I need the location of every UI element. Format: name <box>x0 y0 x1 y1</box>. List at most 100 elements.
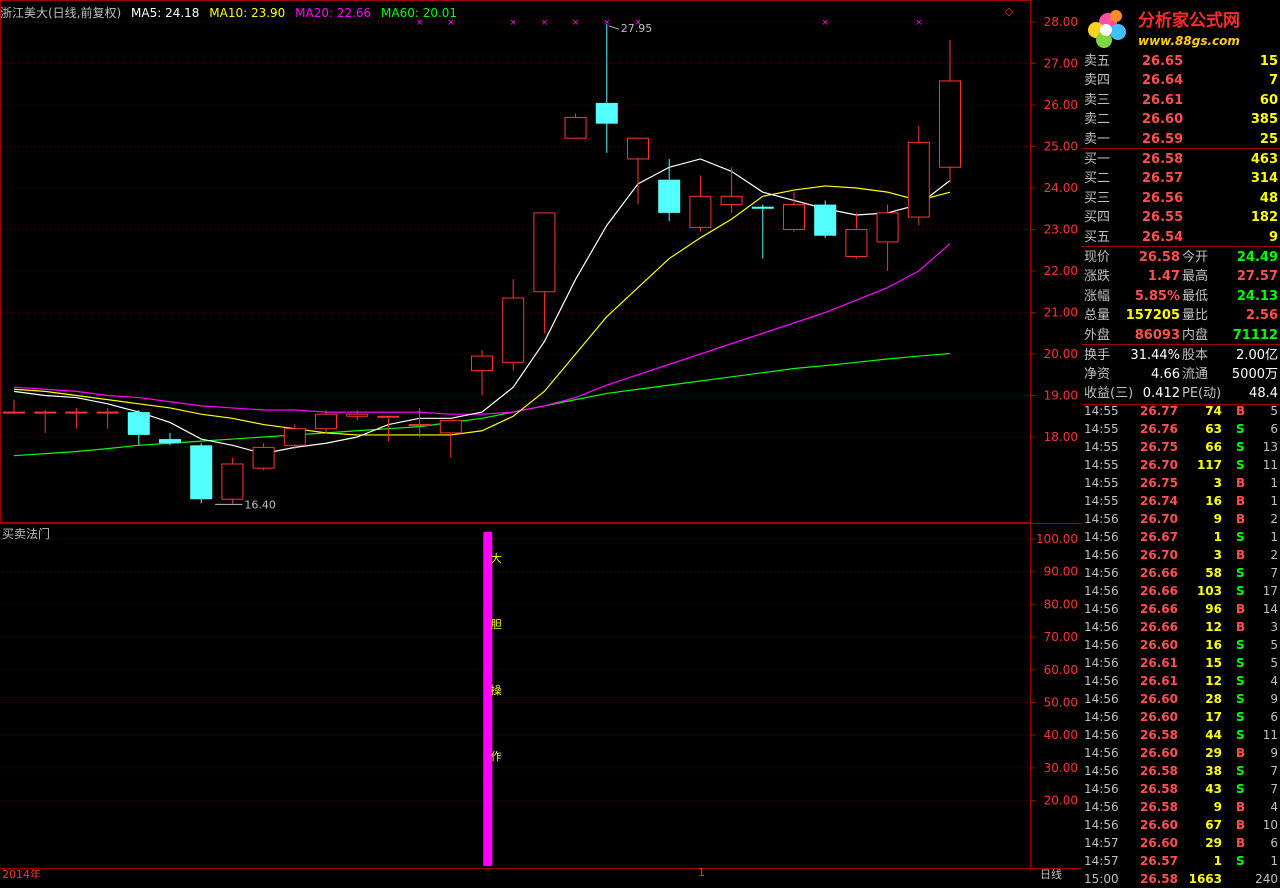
tick-row[interactable]: 14:56 26.60 67 B 10 <box>1082 816 1280 834</box>
candle-body-up[interactable] <box>315 413 337 430</box>
candle-body-up[interactable] <box>439 419 462 434</box>
candle-body-up[interactable] <box>720 195 743 206</box>
tick-row[interactable]: 14:56 26.67 1 S 1 <box>1082 528 1280 546</box>
tick-row[interactable]: 15:00 26.58 1663 240 <box>1082 870 1280 888</box>
ask-row[interactable]: 卖一 26.59 25 <box>1082 131 1280 149</box>
candle-body-up[interactable] <box>939 80 961 168</box>
candle-body-down[interactable] <box>751 206 774 209</box>
candle-body-up[interactable] <box>346 413 369 417</box>
candle-body-down[interactable] <box>190 445 213 500</box>
candle-body-up[interactable] <box>252 446 275 469</box>
candle-body-up[interactable] <box>221 463 244 500</box>
candle-body-up[interactable] <box>564 116 587 139</box>
order-price: 26.54 <box>1142 229 1184 245</box>
tick-time: 14:56 <box>1084 584 1119 598</box>
diamond-icon[interactable]: ◇ <box>1005 5 1014 18</box>
ma10-line <box>13 185 951 436</box>
indicator-title[interactable]: 买卖法门 <box>2 525 50 542</box>
candle-body-up[interactable] <box>34 411 57 414</box>
tick-row[interactable]: 14:56 26.58 38 S 7 <box>1082 762 1280 780</box>
tick-row[interactable]: 14:56 26.60 28 S 9 <box>1082 690 1280 708</box>
tick-price: 26.60 <box>1140 818 1178 832</box>
tick-row[interactable]: 14:55 26.74 16 B 1 <box>1082 492 1280 510</box>
tick-volume: 16 <box>1205 638 1222 652</box>
bid-row[interactable]: 买三 26.56 48 <box>1082 190 1280 208</box>
candle-body-up[interactable] <box>627 137 649 160</box>
kline-chart[interactable]: 28.00 27.00 26.00 25.00 24.00 23.00 22.00 21.00… <box>0 0 1082 880</box>
order-level-label: 买三 <box>1084 190 1111 206</box>
tick-row[interactable]: 14:56 26.66 103 S 17 <box>1082 582 1280 600</box>
tick-row[interactable]: 14:55 26.75 66 S 13 <box>1082 438 1280 456</box>
order-level-label: 卖三 <box>1084 92 1111 108</box>
candle-body-up[interactable] <box>283 428 306 446</box>
candle-body-up[interactable] <box>845 229 868 257</box>
tick-row[interactable]: 14:55 26.75 3 B 1 <box>1082 474 1280 492</box>
candle-body-up[interactable] <box>65 411 88 414</box>
signal-bar[interactable] <box>483 532 493 866</box>
candle-body-down[interactable] <box>159 439 181 444</box>
tick-row[interactable]: 14:56 26.61 15 S 5 <box>1082 654 1280 672</box>
signal-marker: × <box>915 18 923 28</box>
tick-side: S <box>1236 422 1245 436</box>
tick-row[interactable]: 14:56 26.58 9 B 4 <box>1082 798 1280 816</box>
tick-count: 11 <box>1262 458 1278 472</box>
tick-count: 2 <box>1270 512 1278 526</box>
order-volume: 182 <box>1250 210 1278 226</box>
bid-row[interactable]: 买二 26.57 314 <box>1082 170 1280 188</box>
candle-body-up[interactable] <box>96 411 119 414</box>
tick-row[interactable]: 14:56 26.58 43 S 7 <box>1082 780 1280 798</box>
ask-row[interactable]: 卖二 26.60 385 <box>1082 111 1280 129</box>
candle-body-up[interactable] <box>783 204 805 231</box>
tick-row[interactable]: 14:56 26.58 44 S 11 <box>1082 726 1280 744</box>
tick-volume: 38 <box>1205 764 1222 778</box>
candle-body-up[interactable] <box>533 212 556 293</box>
bid-row[interactable]: 买四 26.55 182 <box>1082 209 1280 227</box>
tick-row[interactable]: 14:56 26.66 58 S 7 <box>1082 564 1280 582</box>
order-volume: 314 <box>1250 171 1278 187</box>
candle-body-up[interactable] <box>876 212 899 243</box>
quote-panel: 分析家公式网 www.88gs.com 卖五 26.65 15 卖四 26.64 7 卖三 2… <box>1082 0 1280 886</box>
bottom-bar: 2014年 1 日线 <box>0 866 1082 881</box>
tick-row[interactable]: 14:57 26.57 1 S 1 <box>1082 852 1280 870</box>
order-volume: 60 <box>1259 92 1278 108</box>
tick-volume: 67 <box>1205 818 1222 832</box>
candle-body-down[interactable] <box>127 412 150 435</box>
candle-body-up[interactable] <box>689 195 712 228</box>
tick-row[interactable]: 14:56 26.60 29 B 9 <box>1082 744 1280 762</box>
bid-row[interactable]: 买一 26.58 463 <box>1082 151 1280 169</box>
tick-side: S <box>1236 692 1245 706</box>
candle-body-up[interactable] <box>377 415 400 418</box>
candle-body-up[interactable] <box>907 141 930 218</box>
tick-row[interactable]: 14:56 26.66 96 B 14 <box>1082 600 1280 618</box>
tick-count: 1 <box>1270 494 1278 508</box>
tick-row[interactable]: 14:56 26.70 9 B 2 <box>1082 510 1280 528</box>
signal-char: 大 <box>491 551 502 565</box>
tick-row[interactable]: 14:56 26.70 3 B 2 <box>1082 546 1280 564</box>
tick-row[interactable]: 14:56 26.66 12 B 3 <box>1082 618 1280 636</box>
candle-body-up[interactable] <box>3 411 25 414</box>
candle-body-up[interactable] <box>502 297 525 363</box>
tick-row[interactable]: 14:56 26.60 17 S 6 <box>1082 708 1280 726</box>
tick-row[interactable]: 14:55 26.77 74 B 5 <box>1082 402 1280 420</box>
bid-row[interactable]: 买五 26.54 9 <box>1082 229 1280 247</box>
tick-count: 240 <box>1255 872 1278 886</box>
candle-body-down[interactable] <box>814 204 837 236</box>
ask-row[interactable]: 卖三 26.61 60 <box>1082 92 1280 110</box>
candle-body-down[interactable] <box>595 102 618 124</box>
ask-row[interactable]: 卖五 26.65 15 <box>1082 53 1280 71</box>
candle-body-up[interactable] <box>471 355 493 372</box>
tick-row[interactable]: 14:56 26.61 12 S 4 <box>1082 672 1280 690</box>
order-price: 26.60 <box>1142 112 1184 128</box>
candle-body-down[interactable] <box>658 179 681 213</box>
tick-side: S <box>1236 440 1245 454</box>
kline-chart-area[interactable]: 28.00 27.00 26.00 25.00 24.00 23.00 22.00 21.00… <box>0 0 1082 880</box>
tick-row[interactable]: 14:55 26.76 63 S 6 <box>1082 420 1280 438</box>
tick-row[interactable]: 14:57 26.60 29 B 6 <box>1082 834 1280 852</box>
tick-time: 14:56 <box>1084 548 1119 562</box>
tick-row[interactable]: 14:55 26.70 117 S 11 <box>1082 456 1280 474</box>
tick-time: 14:55 <box>1084 440 1119 454</box>
price-axis-label: 26.00 <box>1044 98 1078 112</box>
candle-body-up[interactable] <box>408 424 431 427</box>
ask-row[interactable]: 卖四 26.64 7 <box>1082 72 1280 90</box>
tick-row[interactable]: 14:56 26.60 16 S 5 <box>1082 636 1280 654</box>
